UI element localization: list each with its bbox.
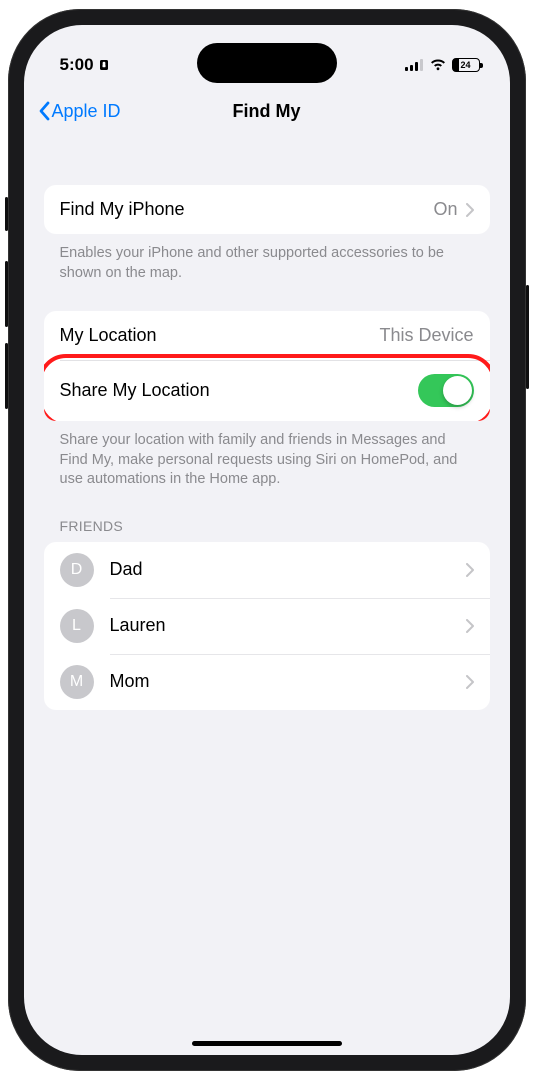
friend-name: Mom: [110, 671, 450, 692]
status-time: 5:00: [60, 55, 94, 75]
find-my-iphone-group: Find My iPhone On: [44, 185, 490, 234]
device-frame: 5:00: [8, 9, 526, 1071]
find-my-iphone-label: Find My iPhone: [60, 199, 185, 220]
wifi-icon: [429, 59, 447, 71]
chevron-right-icon: [466, 203, 474, 217]
share-my-location-label: Share My Location: [60, 380, 210, 401]
battery-indicator: 24: [452, 58, 480, 72]
find-my-iphone-row[interactable]: Find My iPhone On: [44, 185, 490, 234]
power-button: [526, 285, 529, 389]
friends-header: FRIENDS: [44, 490, 490, 542]
volume-up-button: [5, 261, 8, 327]
share-my-location-toggle[interactable]: [418, 374, 474, 407]
avatar: L: [60, 609, 94, 643]
friend-name: Dad: [110, 559, 450, 580]
chevron-right-icon: [466, 675, 474, 689]
friend-row[interactable]: D Dad: [44, 542, 490, 598]
back-button[interactable]: Apple ID: [38, 101, 121, 122]
dynamic-island: [197, 43, 337, 83]
chevron-right-icon: [466, 563, 474, 577]
volume-down-button: [5, 343, 8, 409]
content: Find My iPhone On Enables your iPhone an…: [24, 135, 510, 710]
friend-row[interactable]: L Lauren: [44, 598, 490, 654]
friends-group: D Dad L Lauren M Mom: [44, 542, 490, 710]
find-my-iphone-footer: Enables your iPhone and other supported …: [44, 234, 490, 283]
page-title: Find My: [233, 101, 301, 122]
back-label: Apple ID: [52, 101, 121, 122]
share-location-footer: Share your location with family and frie…: [44, 421, 490, 490]
avatar: M: [60, 665, 94, 699]
my-location-row[interactable]: My Location This Device: [44, 311, 490, 360]
avatar: D: [60, 553, 94, 587]
navigation-bar: Apple ID Find My: [24, 87, 510, 135]
mute-switch: [5, 197, 8, 231]
chevron-right-icon: [466, 619, 474, 633]
find-my-iphone-value: On: [433, 199, 457, 220]
portrait-lock-icon: [98, 59, 110, 71]
my-location-value: This Device: [379, 325, 473, 346]
chevron-left-icon: [38, 101, 50, 121]
friend-name: Lauren: [110, 615, 450, 636]
my-location-label: My Location: [60, 325, 157, 346]
friend-row[interactable]: M Mom: [44, 654, 490, 710]
screen: 5:00: [24, 25, 510, 1055]
home-indicator[interactable]: [192, 1041, 342, 1046]
location-group: My Location This Device Share My Locatio…: [44, 311, 490, 421]
cellular-signal-icon: [405, 59, 424, 71]
share-my-location-row: Share My Location: [44, 360, 490, 421]
